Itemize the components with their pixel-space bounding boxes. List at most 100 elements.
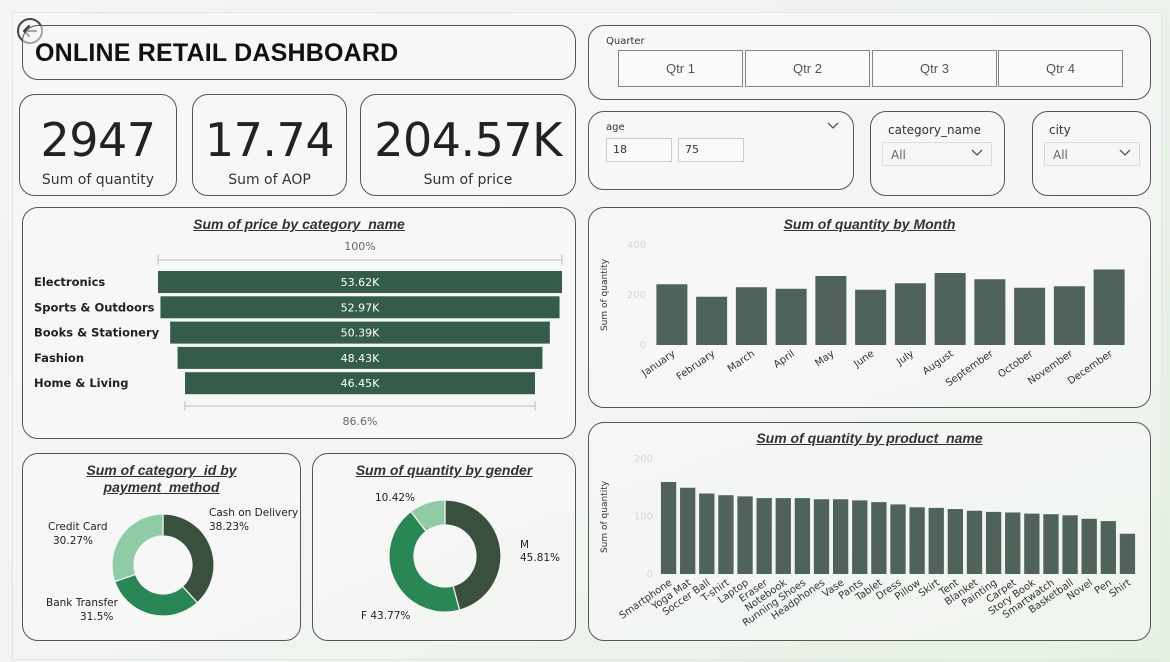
month-bar-chart: Sum of quantity 0 200 400 JanuaryFebruary Ma… [600,240,1125,389]
bar[interactable] [735,287,767,345]
bar[interactable] [928,507,944,574]
bar[interactable] [737,496,753,574]
bar[interactable] [696,296,728,345]
funnel-top-label: 100% [344,240,375,253]
bar[interactable] [871,502,887,574]
bar[interactable] [660,482,677,574]
category-label: Sports & Outdoors [34,300,155,314]
age-max-input[interactable]: 75 [678,138,744,162]
bar[interactable] [1014,287,1046,345]
gender-donut-card: Sum of quantity by gender M 45.81% F 43.77… [312,453,576,641]
bar[interactable] [1100,521,1116,574]
data-label: 50.39K [341,327,380,340]
chevron-down-icon[interactable] [827,122,839,130]
age-slicer: age 18 75 [588,111,854,190]
bar[interactable] [966,510,983,574]
donut-slice[interactable] [111,513,164,583]
slicer-title: category_name [888,123,982,137]
y-tick-label: 0 [647,569,653,580]
bar[interactable] [934,273,966,345]
title-card: ONLINE RETAIL DASHBOARD [22,25,576,80]
funnel-chart: 100% 86.6% Electronics 53.62K Sports & Out… [34,240,563,428]
bar[interactable] [1005,512,1021,574]
x-tick-label: March [726,348,757,374]
kpi-value: 204.57K [374,113,562,167]
quarter-button-4[interactable]: Qtr 4 [998,50,1123,87]
bar[interactable] [855,289,887,345]
y-axis-label: Sum of quantity [600,480,610,553]
city-dropdown[interactable]: All [1044,142,1140,166]
x-tick-label: January [639,348,677,379]
gender-donut-chart: M45.81% F 43.77% 10.42% [361,492,560,622]
product-bar-chart: Sum of quantity 0100200SmartphoneYoga Ma… [600,454,1136,629]
product-chart-card: Sum of quantity by product_name Sum of q… [588,422,1151,641]
category-label: Fashion [34,351,84,365]
bar[interactable] [1062,515,1078,574]
x-tick-label: December [1066,348,1116,387]
y-tick-label: 200 [634,454,653,465]
slicer-title: Quarter [606,36,645,47]
dropdown-value: All [891,148,906,162]
data-label: 10.42% [375,492,415,504]
data-label: 48.43K [341,352,380,365]
legend-label: Credit Card [48,521,107,533]
payment-donut-card: Sum of category_id by payment_method Cas… [22,453,301,641]
funnel-chart-card: Sum of price by category_name 100% 86.6%… [22,207,576,439]
data-label: 30.27% [53,535,93,547]
x-tick-label: April [772,348,797,370]
bar[interactable] [894,283,926,345]
bar[interactable] [1093,269,1125,346]
bar[interactable] [699,493,715,575]
category-label: Home & Living [34,376,128,390]
bar[interactable] [794,498,811,574]
category-slicer: category_name All [870,111,1005,196]
bar[interactable] [680,487,696,574]
data-label: F 43.77% [361,610,410,622]
bar[interactable] [832,499,849,574]
slicer-title: age [606,122,625,133]
bar[interactable] [947,509,964,574]
page-title: ONLINE RETAIL DASHBOARD [35,39,399,67]
bar[interactable] [756,498,772,574]
bar[interactable] [815,276,847,345]
x-tick-label: May [813,348,836,369]
age-min-input[interactable]: 18 [606,138,672,162]
bar[interactable] [1119,533,1136,574]
bar[interactable] [718,495,734,574]
kpi-label: Sum of quantity [41,172,155,188]
quarter-button-3[interactable]: Qtr 3 [872,50,997,87]
y-tick-label: 0 [640,340,646,351]
dropdown-value: All [1053,148,1068,162]
quarter-button-1[interactable]: Qtr 1 [618,50,743,87]
legend-label: M [520,539,529,551]
kpi-card-price: 204.57K Sum of price [360,94,576,196]
x-tick-label: Shirt [1108,577,1134,600]
donut-slice[interactable] [162,513,215,604]
bar[interactable] [1081,518,1097,574]
bar[interactable] [890,504,906,574]
slicer-title: city [1049,123,1071,137]
bar[interactable] [1043,514,1059,574]
legend-label: Cash on Delivery [209,507,298,519]
quarter-button-2[interactable]: Qtr 2 [745,50,870,87]
bar[interactable] [974,279,1006,345]
kpi-value: 17.74 [204,113,335,167]
bar[interactable] [1053,286,1085,345]
bar[interactable] [775,498,791,574]
kpi-label: Sum of price [423,172,513,188]
kpi-card-quantity: 2947 Sum of quantity [19,94,177,196]
bar[interactable] [1024,513,1040,574]
category-label: Books & Stationery [34,326,160,340]
bar[interactable] [775,288,807,345]
donut-slice[interactable] [114,573,199,617]
bar[interactable] [985,511,1002,574]
bar[interactable] [656,284,688,345]
category-dropdown[interactable]: All [882,142,992,166]
x-tick-label: July [894,348,916,368]
bar[interactable] [852,500,868,574]
payment-donut-chart: Cash on Delivery 38.23% Bank Transfer 31.5%… [46,507,298,623]
quarter-slicer: Quarter Qtr 1 Qtr 2 Qtr 3 Qtr 4 [588,25,1151,100]
bar[interactable] [909,507,925,574]
kpi-label: Sum of AOP [228,172,311,188]
bar[interactable] [813,499,830,574]
